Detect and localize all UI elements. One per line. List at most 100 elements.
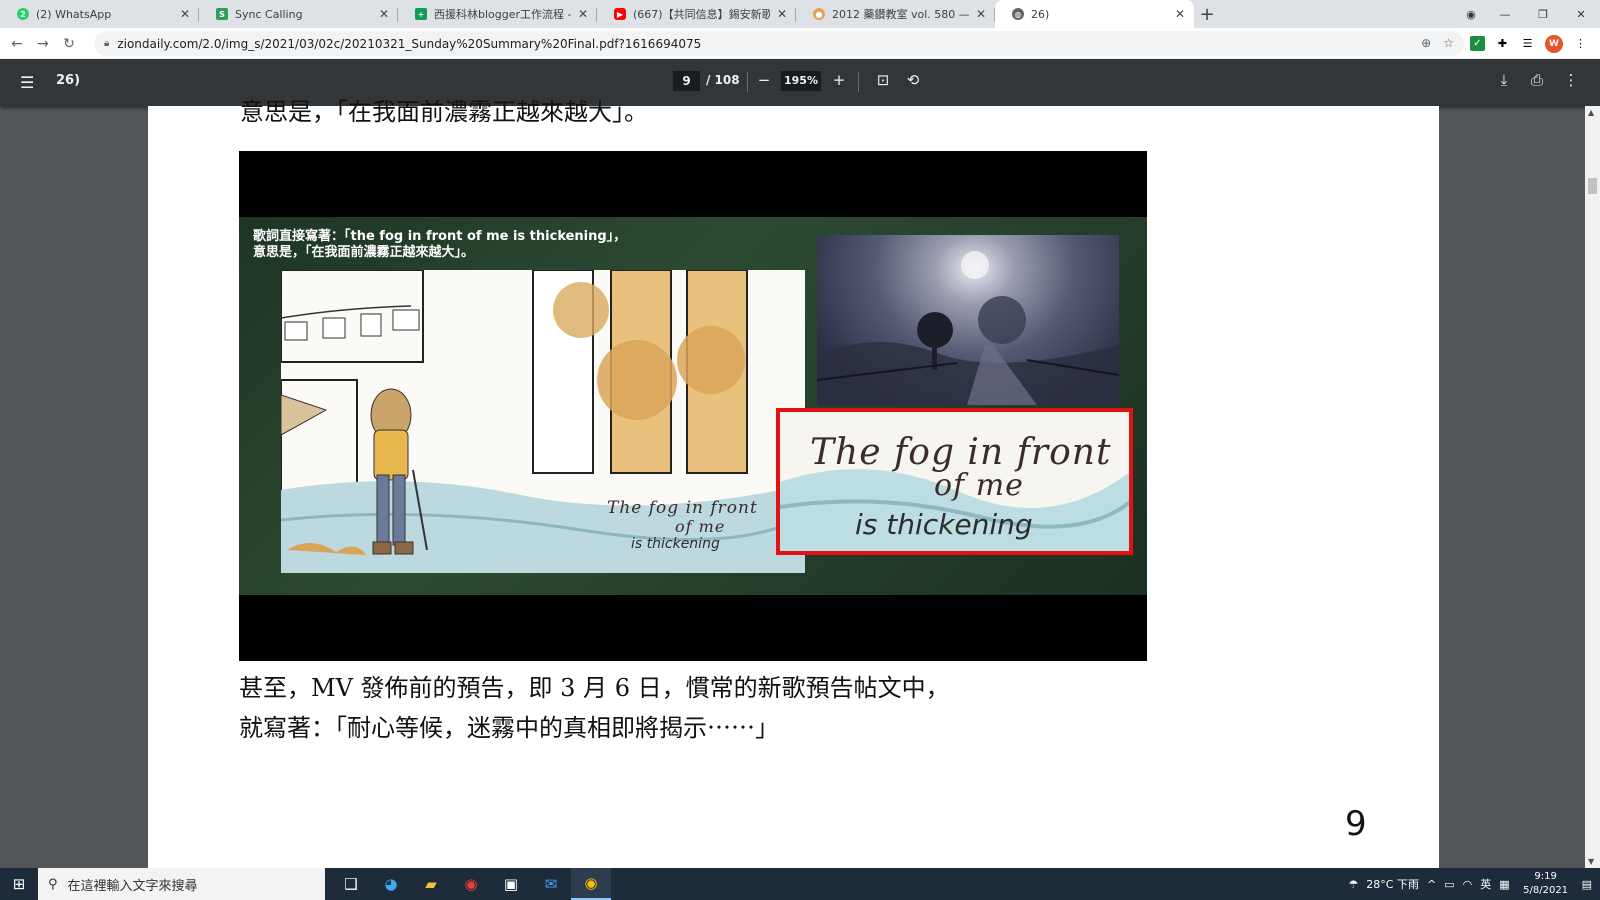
edge-browser-icon[interactable]: ◕ [371,868,411,900]
search-icon: ⚲ [48,876,58,892]
mv-illustration-art [281,270,805,573]
screenshot-caption: 歌詞直接寫著：「the fog in front of me is thicke… [253,229,626,261]
zoom-out-button[interactable]: − [754,71,774,89]
youtube-icon: ▶ [614,8,626,20]
print-icon[interactable]: ⎙ [1527,71,1547,89]
toolbar-divider [747,72,748,92]
extensions-puzzle-icon[interactable]: ✚ [1495,36,1510,51]
clock-time: 9:19 [1534,871,1557,882]
clock-date: 5/8/2021 [1523,885,1569,896]
back-icon[interactable]: ← [4,36,30,52]
globe-icon: ◍ [1012,8,1024,20]
text-line-top: 意思是，「在我面前濃霧正越來越大」。 [240,98,648,126]
tab-title: 西援科林blogger工作流程 - Goo [434,8,571,21]
profile-avatar[interactable]: W [1545,34,1563,53]
restore-button[interactable]: ❐ [1524,8,1562,21]
page-number-input[interactable]: 9 [673,71,700,91]
caption-line-1: 歌詞直接寫著：「the fog in front of me is thicke… [253,229,627,244]
weather-text[interactable]: 28°C 下雨 [1366,876,1419,892]
close-window-button[interactable]: ✕ [1562,8,1600,21]
highlight-lyric-line-3: is thickening [855,508,1033,541]
zoom-level-input[interactable]: 195% [781,71,821,91]
tray-chevron-icon[interactable]: ^ [1427,878,1436,891]
palette-icon: ● [813,8,825,20]
mail-icon[interactable]: ✉ [531,868,571,900]
small-lyric-line-2: of me [675,517,726,536]
scrollbar-thumb[interactable] [1588,178,1597,194]
zoom-icon[interactable]: ⊕ [1421,36,1431,50]
paragraph-line-1: 甚至，MV 發佈前的預告，即 3 月 6 日，慣常的新歌預告帖文中， [239,674,950,702]
tab-title: 26) [1031,7,1050,21]
chrome-menu-icon[interactable]: ⋮ [1573,36,1588,51]
windows-start-icon[interactable]: ⊞ [0,875,38,893]
ime-language[interactable]: 英 [1480,876,1491,892]
caption-line-2: 意思是，「在我面前濃霧正越來越大」。 [253,245,475,260]
file-explorer-icon[interactable]: ▰ [411,868,451,900]
search-placeholder: 在這裡輸入文字來搜尋 [67,878,198,894]
sync-calling-icon: S [216,8,228,20]
tab-palette[interactable]: ● 2012 藥鑽教室 vol. 580 — 修補 ✕ [796,0,995,28]
tab-search-icon[interactable]: ◉ [1456,8,1486,21]
close-tab-icon[interactable]: ✕ [378,7,390,21]
scroll-up-arrow-icon[interactable]: ▲ [1588,108,1594,117]
tab-youtube[interactable]: ▶ (667)【共同信息】錫安新歌英文 ✕ [597,0,796,28]
close-tab-icon[interactable]: ✕ [179,7,191,21]
clock[interactable]: 9:19 5/8/2021 [1518,870,1574,898]
extension-check-icon[interactable]: ✓ [1470,36,1485,51]
sheets-icon: + [415,8,427,20]
fog-photo-art [817,251,1119,405]
reload-icon[interactable]: ↻ [56,36,82,52]
extensions-area: ✓ ✚ ☰ W ⋮ [1470,28,1600,59]
small-lyric-line-3: is thickening [631,536,720,552]
pdf-menu-icon[interactable]: ☰ [20,73,34,92]
wifi-icon[interactable]: ◠ [1463,878,1473,891]
task-view-icon[interactable]: ❑ [331,868,371,900]
url-text[interactable]: ziondaily.com/2.0/img_s/2021/03/02c/2021… [117,37,701,51]
close-tab-icon[interactable]: ✕ [975,7,987,21]
battery-icon[interactable]: ▭ [1444,878,1454,891]
tab-sync-calling[interactable]: S Sync Calling ✕ [199,0,398,28]
fit-page-icon[interactable]: ⊡ [873,71,893,89]
taskbar-search-box[interactable]: ⚲ 在這裡輸入文字來搜尋 [38,868,325,900]
store-icon[interactable]: ▣ [491,868,531,900]
zoom-in-button[interactable]: + [829,71,849,89]
video-frame: 歌詞直接寫著：「the fog in front of me is thicke… [239,217,1147,595]
pdf-document-title: 26) [56,73,81,88]
chrome-app-icon[interactable]: ◉ [451,868,491,900]
rotate-icon[interactable]: ⟲ [903,71,923,89]
page-number: 9 [1345,804,1367,844]
small-lyric-line-1: The fog in front [607,498,758,518]
toolbar-divider [858,72,859,92]
tab-title: (2) WhatsApp [36,7,112,21]
fog-photo [817,235,1119,405]
notification-icon[interactable]: ▤ [1582,878,1592,891]
close-tab-icon[interactable]: ✕ [577,7,589,21]
ime-mode-icon[interactable]: ▦ [1499,878,1509,891]
tab-title: 2012 藥鑽教室 vol. 580 — 修補 [832,8,969,21]
more-options-icon[interactable]: ⋮ [1561,71,1581,89]
embedded-screenshot: 歌詞直接寫著：「the fog in front of me is thicke… [239,151,1147,661]
window-controls: ◉ — ❐ ✕ [1456,0,1600,28]
close-tab-icon[interactable]: ✕ [1174,7,1186,21]
scroll-down-arrow-icon[interactable]: ▼ [1588,857,1594,866]
weather-icon[interactable]: ☂ [1348,878,1358,891]
tab-pdf-active[interactable]: ◍ 26) ✕ [995,0,1194,28]
vertical-scrollbar[interactable]: ▲ ▼ [1585,106,1600,868]
chrome-active-icon[interactable]: ◉ [571,868,611,900]
highlighted-lyric-box: The fog in front of me is thickening [776,408,1133,555]
lock-icon[interactable]: 🔒︎ [104,38,109,49]
download-icon[interactable]: ⤓ [1494,71,1514,89]
highlight-lyric-line-1: The fog in front [810,432,1112,473]
forward-icon[interactable]: → [30,36,56,52]
reading-list-icon[interactable]: ☰ [1520,36,1535,51]
close-tab-icon[interactable]: ✕ [776,7,788,21]
address-bar[interactable]: 🔒︎ ziondaily.com/2.0/img_s/2021/03/02c/2… [94,31,1464,56]
tab-google-sheets[interactable]: + 西援科林blogger工作流程 - Goo ✕ [398,0,597,28]
minimize-button[interactable]: — [1486,8,1524,21]
tab-title: Sync Calling [235,7,303,21]
new-tab-button[interactable]: + [1194,0,1220,28]
pdf-page: 意思是，「在我面前濃霧正越來越大」。 歌詞直接寫著：「the fog in fr… [148,98,1439,868]
tab-whatsapp[interactable]: 2 (2) WhatsApp ✕ [0,0,199,28]
paragraph-line-2: 就寫著：「耐心等候，迷霧中的真相即將揭示⋯⋯」 [239,714,779,742]
bookmark-star-icon[interactable]: ☆ [1443,36,1454,50]
